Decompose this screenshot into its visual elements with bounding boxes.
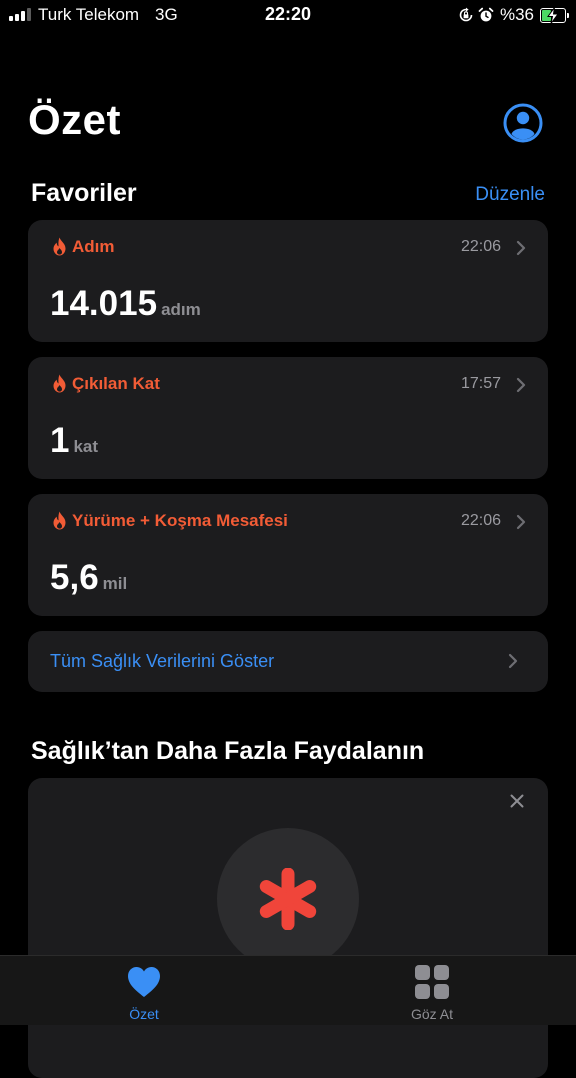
tab-browse[interactable]: Göz At <box>288 956 576 1025</box>
metric-value-line: 14.015 adım <box>50 284 201 324</box>
grid-icon <box>415 965 449 999</box>
promo-card <box>28 778 548 1078</box>
metric-time: 22:06 <box>460 512 501 529</box>
tab-label: Göz At <box>410 1006 454 1022</box>
metric-unit: adım <box>161 300 201 319</box>
show-all-health-data-button[interactable]: Tüm Sağlık Verilerini Göster <box>28 631 548 692</box>
battery-icon <box>540 6 569 24</box>
status-indicators: %36 <box>458 4 569 26</box>
metric-label: Çıkılan Kat <box>72 374 160 393</box>
tab-bar: Özet Göz At <box>0 955 576 1025</box>
metric-value: 1 <box>50 421 70 460</box>
favorite-card-steps[interactable]: Adım 22:06 14.015 adım <box>28 220 548 342</box>
heart-icon <box>128 967 160 997</box>
chevron-right-icon <box>516 377 526 393</box>
metric-value-line: 5,6 mil <box>50 558 127 598</box>
promo-section-title: Sağlık’tan Daha Fazla Faydalanın <box>31 737 425 765</box>
metric-value: 5,6 <box>50 558 99 597</box>
metric-time: 22:06 <box>460 238 501 255</box>
flame-icon <box>53 237 66 256</box>
flame-icon <box>53 511 66 530</box>
orientation-lock-icon <box>459 7 473 22</box>
page-title: Özet <box>28 96 122 143</box>
battery-percentage: %36 <box>499 5 534 24</box>
favorites-title: Favoriler <box>31 179 137 207</box>
metric-time: 17:57 <box>460 375 501 392</box>
alarm-icon <box>478 7 494 22</box>
chevron-right-icon <box>516 514 526 530</box>
health-asterisk-icon <box>259 868 317 930</box>
chevron-right-icon <box>508 653 518 669</box>
metric-unit: kat <box>73 437 99 456</box>
show-all-health-data-label: Tüm Sağlık Verilerini Göster <box>50 651 275 671</box>
chevron-right-icon <box>516 240 526 256</box>
close-icon[interactable] <box>510 794 524 808</box>
status-bar: Turk Telekom 3G 22:20 %36 <box>0 0 576 30</box>
edit-favorites-button[interactable]: Düzenle <box>475 184 545 206</box>
favorite-card-flights-climbed[interactable]: Çıkılan Kat 17:57 1 kat <box>28 357 548 479</box>
metric-label: Adım <box>72 237 115 256</box>
flame-icon <box>53 374 66 393</box>
metric-unit: mil <box>102 574 128 593</box>
profile-avatar-button[interactable] <box>503 103 543 143</box>
health-app-badge <box>217 828 359 970</box>
metric-value-line: 1 kat <box>50 421 98 461</box>
metric-value: 14.015 <box>50 284 158 323</box>
charging-bolt-icon <box>547 6 559 24</box>
tab-summary[interactable]: Özet <box>0 956 288 1025</box>
favorite-card-walking-running-distance[interactable]: Yürüme + Koşma Mesafesi 22:06 5,6 mil <box>28 494 548 616</box>
metric-label: Yürüme + Koşma Mesafesi <box>72 511 288 530</box>
tab-label: Özet <box>129 1006 159 1022</box>
